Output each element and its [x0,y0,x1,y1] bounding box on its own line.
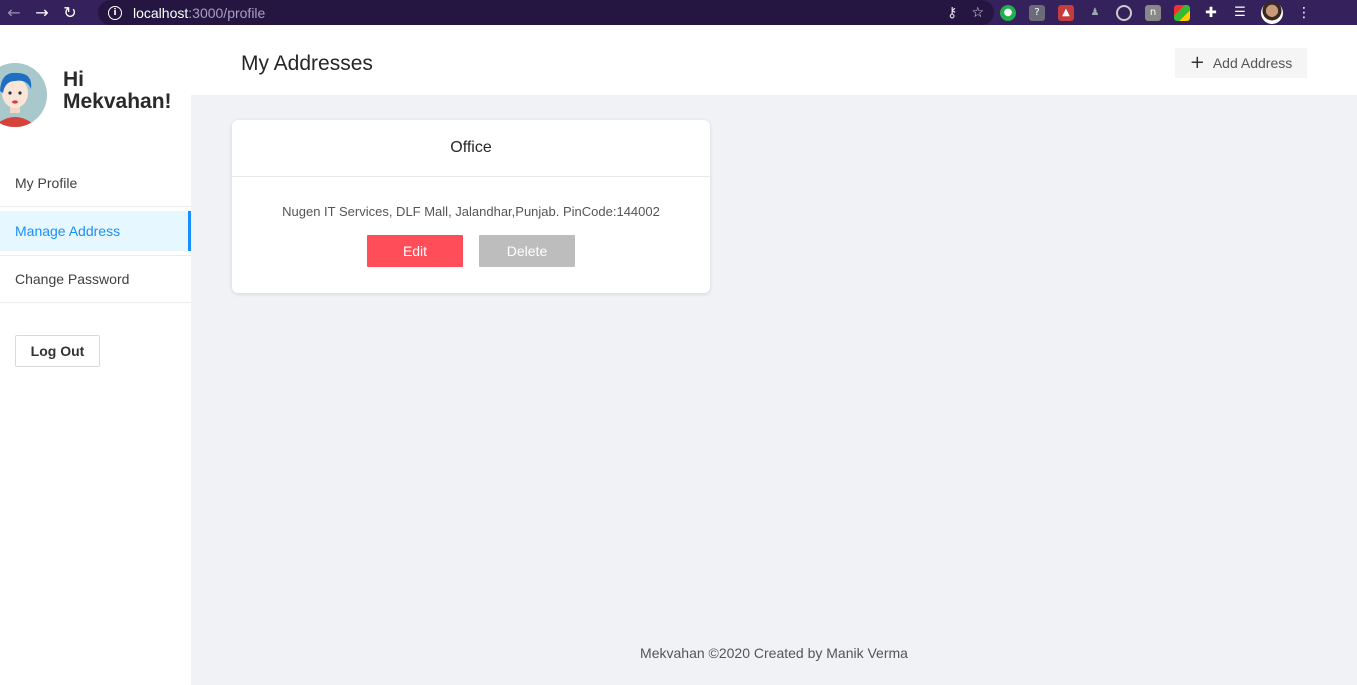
key-icon[interactable]: ⚷ [947,5,957,21]
url-path: :3000/profile [188,4,266,21]
extension-color-icon[interactable] [1174,4,1190,21]
extension-gray-icon[interactable]: n [1145,4,1161,21]
sidebar-item-my-profile[interactable]: My Profile [0,159,191,207]
sidebar-item-manage-address[interactable]: Manage Address [0,211,191,251]
extension-ghost-icon[interactable]: ♟ [1087,5,1103,21]
add-address-label: Add Address [1212,55,1293,71]
back-icon[interactable]: ← [0,0,28,25]
extensions-bar: ● ? ▲ ♟ n ✚ ☰ ⋮ [1000,0,1312,25]
footer-text: Mekvahan ©2020 Created by Manik Verma [640,645,908,661]
user-greeting: Hi Mekvahan! [63,68,172,113]
extension-red-icon[interactable]: ▲ [1058,4,1074,21]
url-text[interactable]: localhost:3000/profile [133,5,265,21]
sidebar: Hi Mekvahan! My Profile Manage Address C… [0,31,191,685]
page-title: My Addresses [241,52,373,75]
forward-icon[interactable]: → [28,0,56,25]
address-bar[interactable]: i localhost:3000/profile ⚷ ☆ [98,0,994,25]
extension-target-icon[interactable] [1116,4,1132,21]
address-card-title: Office [232,120,710,177]
edit-button[interactable]: Edit [367,235,463,267]
address-text: Nugen IT Services, DLF Mall, Jalandhar,P… [282,204,660,219]
url-host: localhost [133,4,189,21]
plus-icon: + [1189,52,1205,73]
reload-icon[interactable]: ↻ [56,0,84,25]
sidebar-menu: My Profile Manage Address Change Passwor… [0,159,191,303]
logout-button[interactable]: Log Out [15,335,100,367]
sidebar-item-change-password[interactable]: Change Password [0,255,191,303]
media-icon[interactable]: ☰ [1232,5,1248,21]
extensions-icon[interactable]: ✚ [1203,5,1219,21]
avatar [0,63,47,127]
delete-button[interactable]: Delete [479,235,575,267]
page-header: My Addresses + Add Address [191,31,1357,95]
user-block: Hi Mekvahan! [0,63,191,127]
extension-green-icon[interactable]: ● [1000,4,1016,21]
profile-avatar-icon[interactable] [1261,1,1283,24]
menu-icon[interactable]: ⋮ [1296,5,1312,21]
star-icon[interactable]: ☆ [971,5,984,21]
add-address-button[interactable]: + Add Address [1175,48,1307,78]
address-card: Office Nugen IT Services, DLF Mall, Jala… [232,120,710,293]
main-content: Office Nugen IT Services, DLF Mall, Jala… [191,95,1357,685]
info-icon[interactable]: i [108,5,122,20]
extension-shield-icon[interactable]: ? [1029,4,1045,21]
browser-toolbar: ← → ↻ i localhost:3000/profile ⚷ ☆ ● ? ▲… [0,0,1357,25]
